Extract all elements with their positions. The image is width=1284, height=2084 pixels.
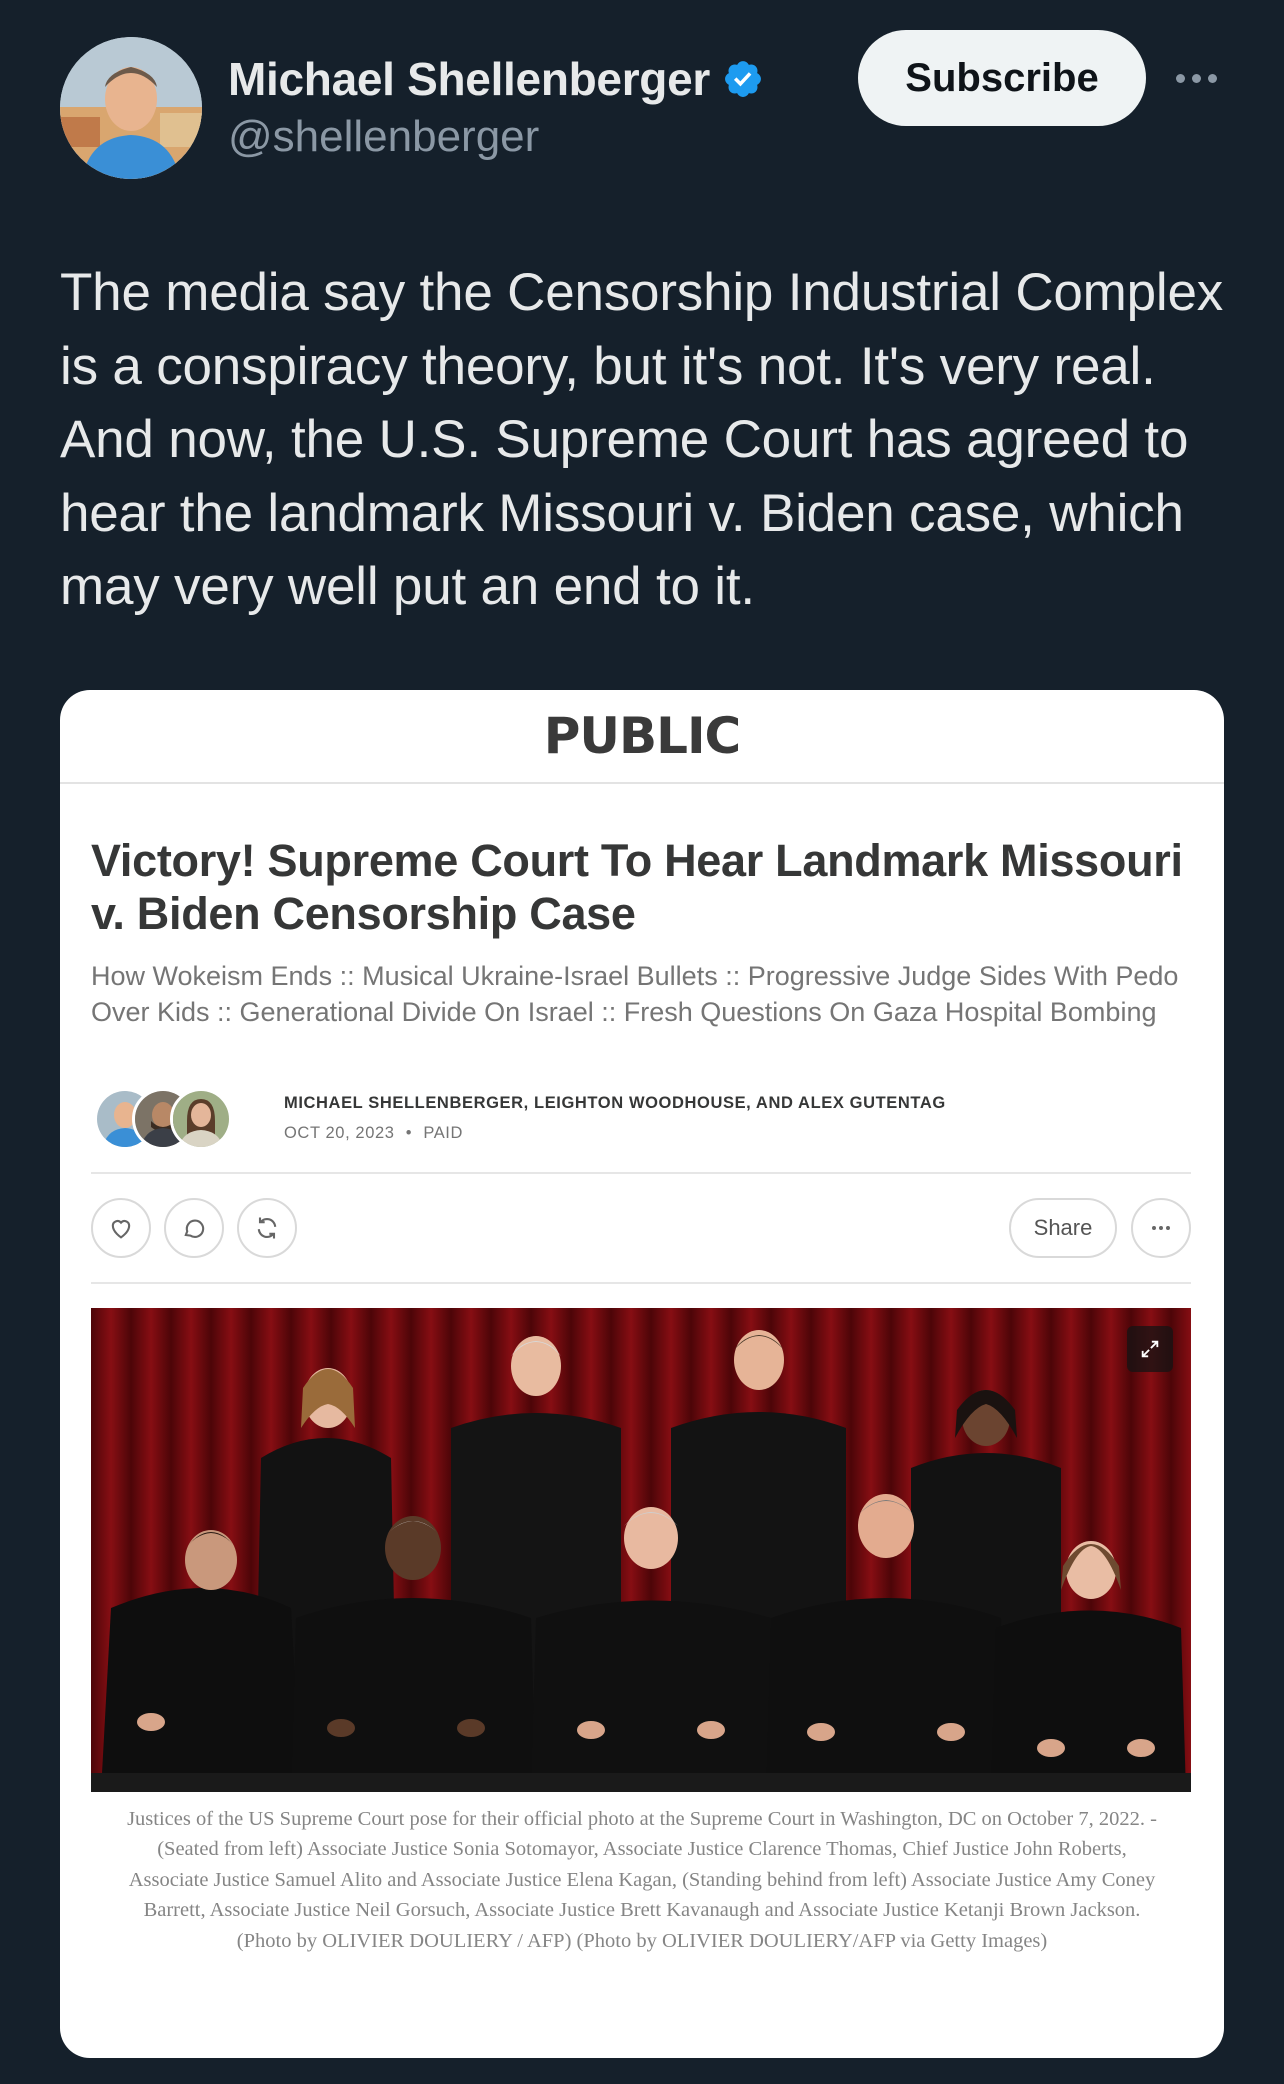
comment-icon (184, 1219, 205, 1238)
divider (91, 1282, 1191, 1284)
article-photo[interactable] (91, 1308, 1191, 1792)
avatar (170, 1088, 232, 1150)
tweet-text: The media say the Censorship Industrial … (60, 263, 1224, 616)
expand-icon[interactable] (1127, 1326, 1173, 1372)
article-byline[interactable]: MICHAEL SHELLENBERGER, LEIGHTON WOODHOUS… (284, 1094, 946, 1113)
comment-button[interactable] (164, 1198, 224, 1258)
subscribe-button[interactable]: Subscribe (858, 30, 1146, 126)
article-access-badge: PAID (423, 1124, 463, 1142)
article-subtitle: How Wokeism Ends :: Musical Ukraine-Isra… (91, 961, 1179, 1027)
verified-badge-icon (725, 61, 761, 97)
author-avatars (94, 1088, 244, 1152)
article-title: Victory! Supreme Court To Hear Landmark … (91, 835, 1183, 939)
photo-caption: Justices of the US Supreme Court pose fo… (127, 1808, 1157, 1952)
dateline-separator: • (405, 1124, 413, 1142)
link-preview-card[interactable]: PUBLIC Victory! Supreme Court To Hear La… (60, 690, 1224, 2058)
article-date: OCT 20, 2023 (284, 1124, 395, 1142)
author-display-name[interactable]: Michael Shellenberger (228, 52, 710, 106)
publication-header: PUBLIC (60, 690, 1224, 784)
restack-button[interactable] (237, 1198, 297, 1258)
author-handle[interactable]: @shellenberger (228, 112, 539, 162)
more-horizontal-icon[interactable] (1168, 56, 1224, 100)
more-horizontal-icon (1152, 1226, 1170, 1230)
author-avatar[interactable] (60, 37, 202, 179)
share-button[interactable]: Share (1009, 1198, 1117, 1258)
restack-icon (257, 1217, 277, 1239)
heart-icon (111, 1220, 131, 1239)
publication-logo: PUBLIC (543, 707, 742, 765)
article-dateline: OCT 20, 2023 • PAID (284, 1124, 463, 1143)
card-more-button[interactable] (1131, 1198, 1191, 1258)
divider (91, 1172, 1191, 1174)
author-name-row: Michael Shellenberger (228, 52, 764, 106)
like-button[interactable] (91, 1198, 151, 1258)
